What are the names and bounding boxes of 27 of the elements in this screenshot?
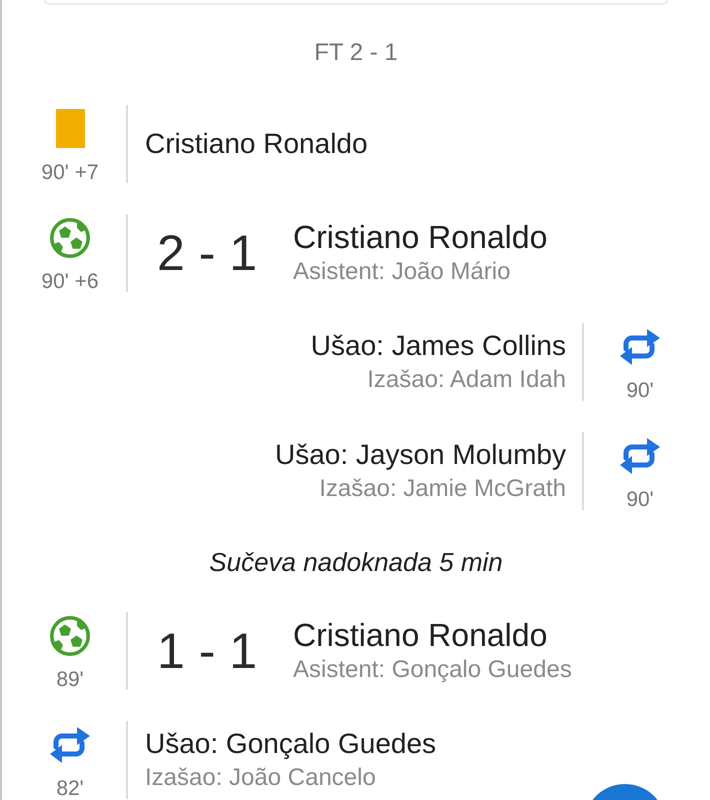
match-status: FT 2 - 1 (313, 39, 399, 67)
goal-score: 1 - 1 (157, 622, 258, 680)
event-time: 90' (626, 379, 654, 403)
goal-score: 2 - 1 (157, 224, 258, 282)
player-in-text: Ušao: Gonçalo Guedes (145, 727, 436, 761)
player-out-text: Izašao: Adam Idah (366, 365, 566, 395)
player-name: Cristiano Ronaldo (145, 127, 368, 161)
player-out-text: Izašao: João Cancelo (145, 763, 377, 793)
stoppage-time-note: Sučeva nadoknada 5 min (208, 547, 504, 577)
player-out-text: Izašao: Jamie McGrath (318, 474, 566, 504)
assist-text: Asistent: Gonçalo Guedes (293, 655, 572, 685)
scorer-name: Cristiano Ronaldo (293, 218, 548, 256)
event-time: 89' (56, 668, 84, 692)
player-in-text: Ušao: Jayson Molumby (274, 438, 566, 472)
player-in-text: Ušao: James Collins (310, 329, 566, 363)
swap-arrows-icon (49, 725, 91, 765)
booking-card-icon (56, 109, 84, 148)
event-time: 90' +7 (41, 161, 99, 185)
swap-arrows-icon (619, 436, 661, 476)
event-time: 90' (626, 488, 654, 512)
swap-arrows-icon (619, 327, 661, 367)
event-time: 82' (56, 777, 84, 800)
soccer-ball-icon (50, 218, 90, 258)
event-time: 90' +6 (41, 270, 99, 294)
soccer-ball-icon (50, 616, 90, 656)
assist-text: Asistent: João Mário (293, 257, 512, 287)
scorer-name: Cristiano Ronaldo (293, 616, 548, 654)
